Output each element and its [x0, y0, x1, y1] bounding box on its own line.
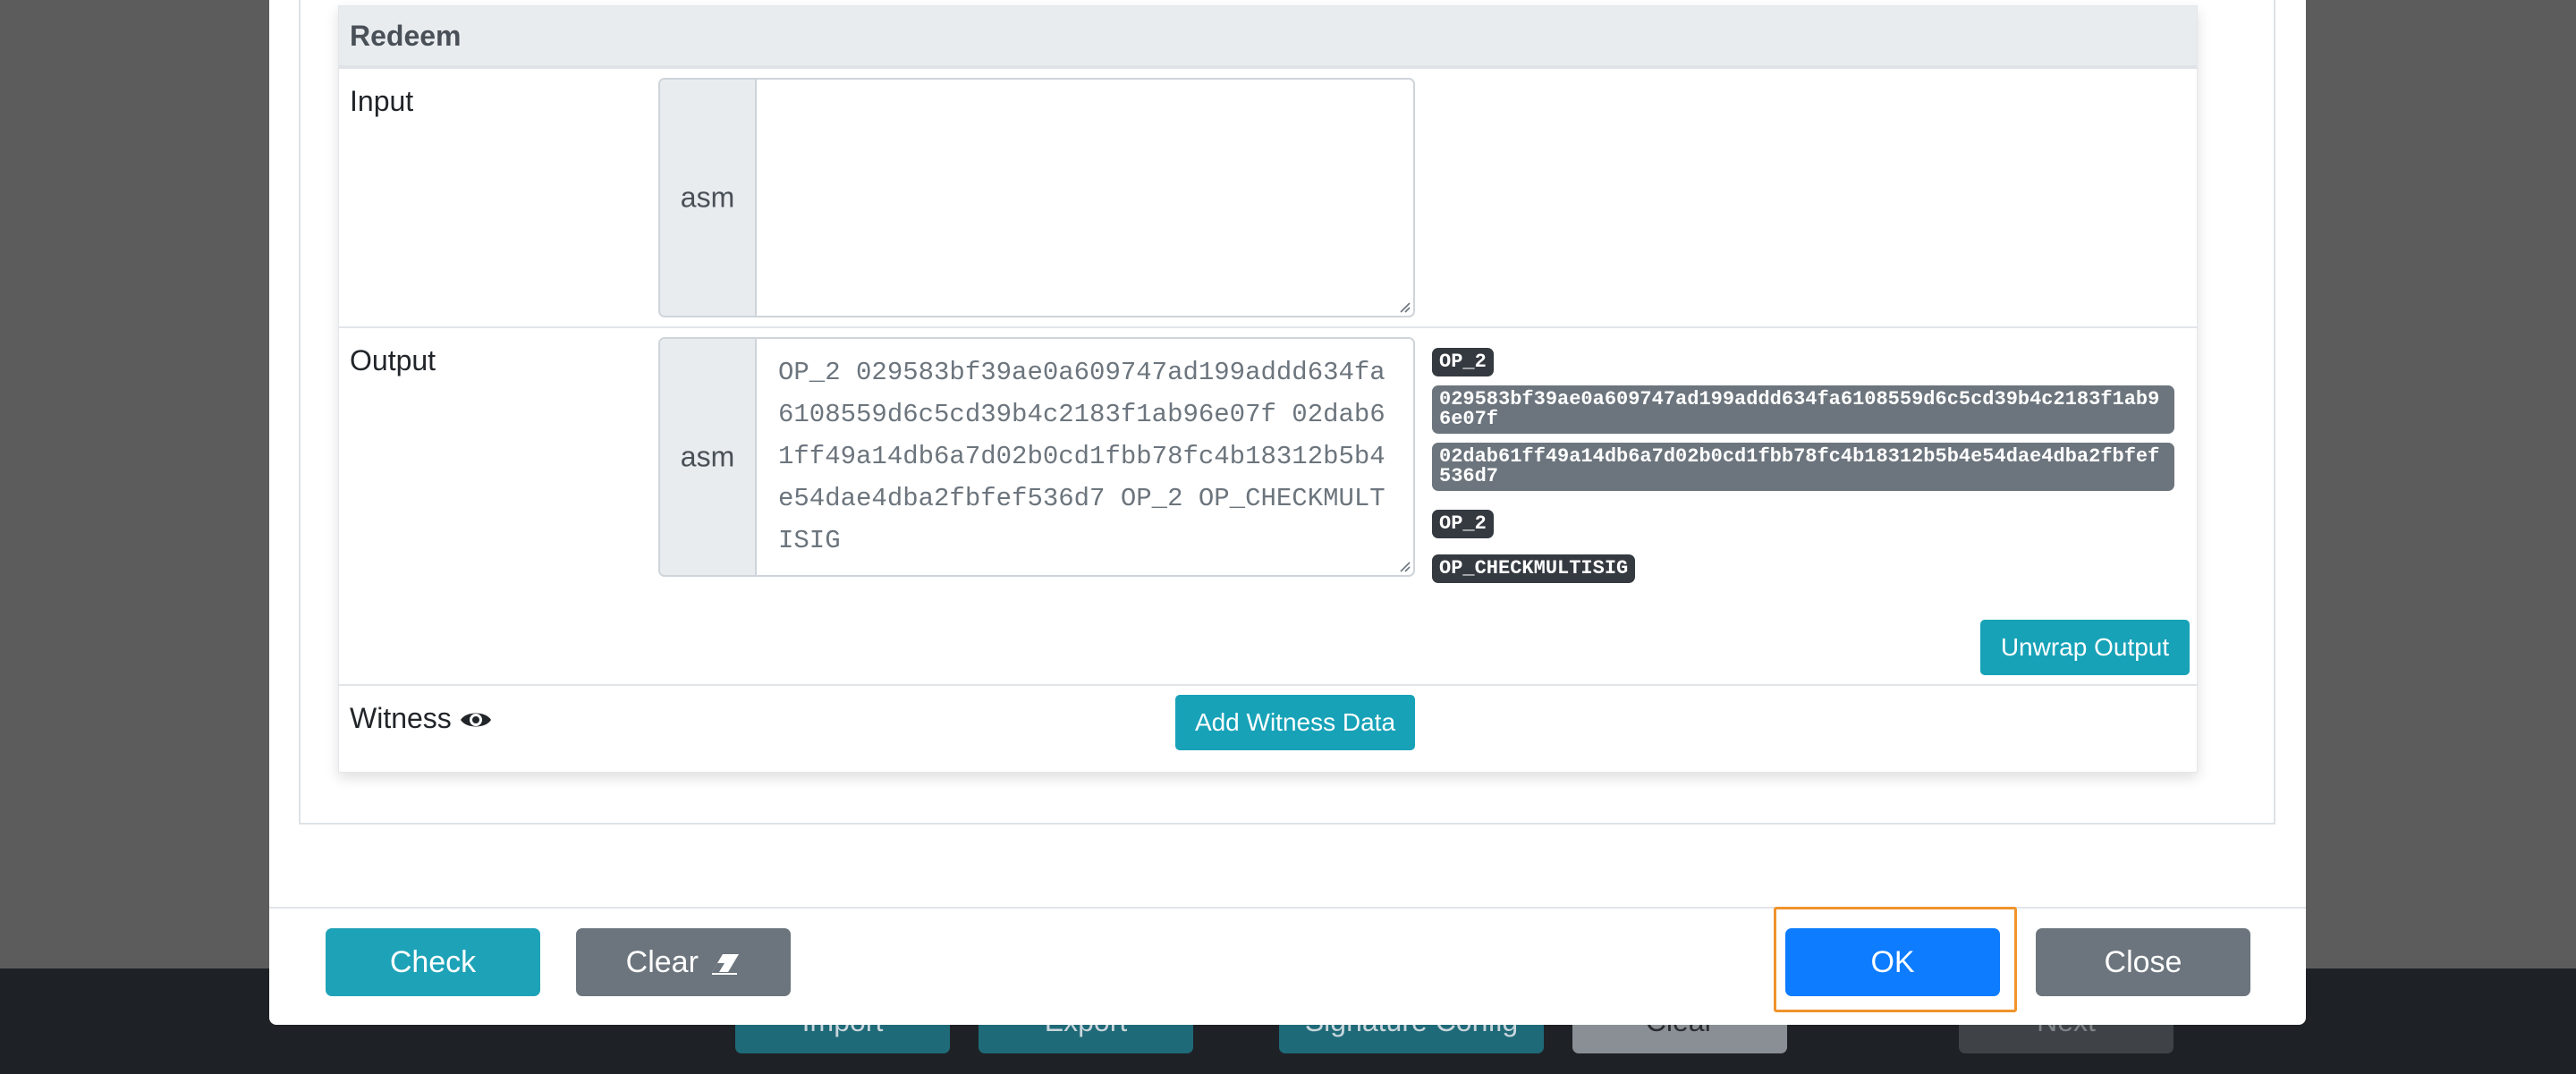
clear-button[interactable]: Clear — [576, 928, 791, 996]
unwrap-output-button[interactable]: Unwrap Output — [1980, 620, 2190, 675]
eraser-icon — [712, 954, 740, 975]
redeem-card: Redeem Input asm Output asm OP_2 029583b… — [338, 5, 2198, 773]
redeem-card-header: Redeem — [339, 6, 2197, 69]
witness-label: Witness — [350, 702, 452, 734]
input-asm-group: asm — [658, 78, 1415, 317]
output-asm-textarea[interactable]: OP_2 029583bf39ae0a609747ad199addd634fa6… — [778, 351, 1392, 568]
output-asm-addon: asm — [660, 339, 757, 575]
clear-button-label: Clear — [625, 945, 699, 979]
eye-icon[interactable] — [459, 708, 493, 732]
input-label: Input — [350, 85, 414, 117]
ok-button[interactable]: OK — [1785, 928, 2000, 996]
close-button[interactable]: Close — [2036, 928, 2250, 996]
add-witness-data-button[interactable]: Add Witness Data — [1175, 695, 1415, 750]
row-divider — [339, 684, 2197, 686]
script-token-op: OP_2 — [1432, 348, 1494, 376]
script-token-op: OP_2 — [1432, 510, 1494, 538]
script-token-pubkey: 029583bf39ae0a609747ad199addd634fa610855… — [1432, 385, 2174, 434]
resize-handle-icon[interactable] — [1398, 560, 1411, 572]
resize-handle-icon[interactable] — [1398, 300, 1411, 313]
check-button[interactable]: Check — [326, 928, 540, 996]
row-divider — [339, 326, 2197, 328]
input-asm-textarea[interactable] — [778, 92, 1392, 309]
output-asm-group: asm OP_2 029583bf39ae0a609747ad199addd63… — [658, 337, 1415, 577]
script-token-op: OP_CHECKMULTISIG — [1432, 554, 1636, 583]
input-asm-addon: asm — [660, 80, 757, 316]
redeem-title: Redeem — [350, 20, 462, 52]
output-label: Output — [350, 344, 436, 376]
script-token-pubkey: 02dab61ff49a14db6a7d02b0cd1fbb78fc4b1831… — [1432, 443, 2174, 491]
